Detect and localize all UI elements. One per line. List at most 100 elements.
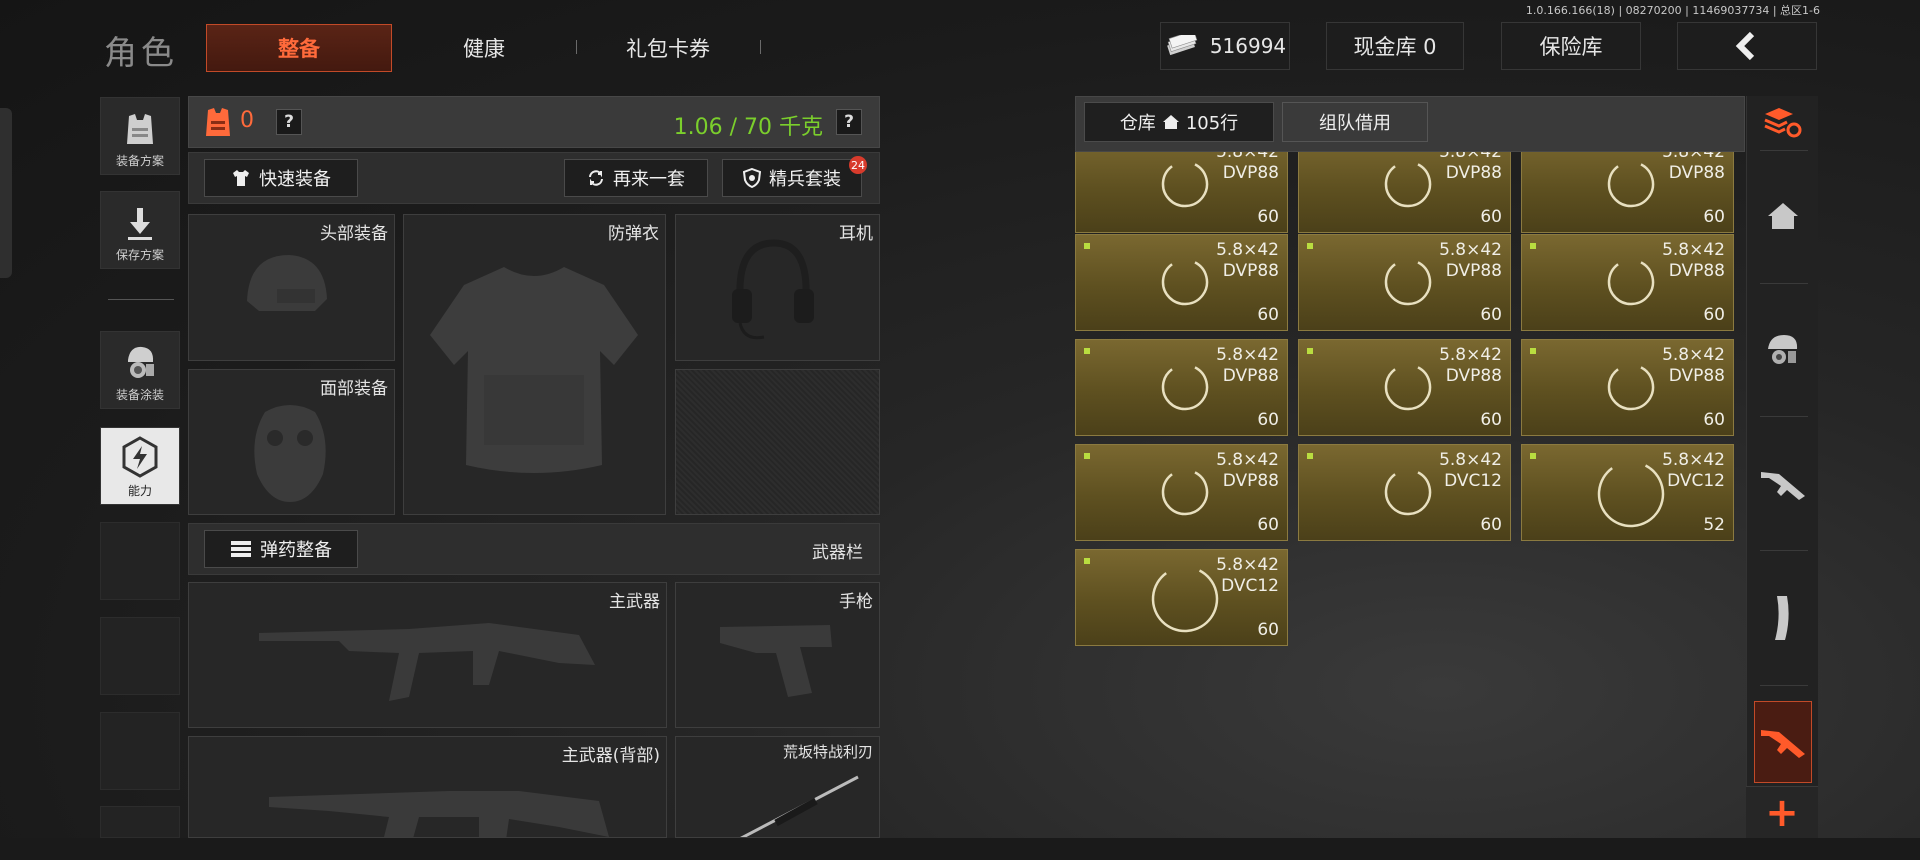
item-quantity: 60	[1480, 410, 1502, 430]
melee-slot-label: 荒坂特战利刃	[782, 743, 873, 761]
ammo-ring-icon	[1161, 163, 1209, 208]
armor-help-button[interactable]: ?	[276, 109, 302, 135]
item-caliber: 5.8×42	[1662, 240, 1725, 260]
cash-vault-button[interactable]: 现金库 0	[1326, 22, 1464, 70]
warehouse-item[interactable]: 5.8×42 DVP88 60	[1075, 234, 1288, 331]
warehouse-item[interactable]: 5.8×42 DVP88 60	[1521, 152, 1734, 233]
warehouse-item[interactable]: 5.8×42 DVC12 52	[1521, 444, 1734, 541]
vest-icon	[127, 114, 153, 144]
version-text: 1.0.166.166(18) | 08270200 | 11469037734…	[1525, 4, 1820, 17]
rifle-active-icon	[1761, 730, 1805, 758]
tab-divider	[760, 40, 761, 54]
ammo-ring-icon	[1607, 261, 1655, 306]
new-item-indicator	[1084, 453, 1090, 459]
sidebar-divider	[108, 299, 174, 300]
rail-magazine-button[interactable]	[1752, 578, 1814, 658]
ammo-equip-label: 弹药整备	[260, 540, 332, 561]
tab-divider	[576, 40, 577, 54]
warehouse-item[interactable]: 5.8×42 DVP88 60	[1298, 152, 1511, 233]
warehouse-item[interactable]: 5.8×42 DVP88 60	[1075, 152, 1288, 233]
shield-icon	[743, 168, 761, 188]
warehouse-item[interactable]: 5.8×42 DVC12 60	[1075, 549, 1288, 646]
head-equipment-slot[interactable]: 头部装备	[188, 214, 395, 361]
tab-team-borrow[interactable]: 组队借用	[1282, 102, 1428, 142]
headset-icon	[732, 239, 814, 340]
tab-equip[interactable]: 整备	[206, 24, 392, 72]
save-scheme-button[interactable]: 保存方案	[100, 191, 180, 269]
item-caliber: 5.8×42	[1216, 345, 1279, 365]
new-item-indicator	[1084, 348, 1090, 354]
tab-warehouse[interactable]: 仓库 105行	[1084, 102, 1274, 142]
equipment-scheme-label: 装备方案	[115, 154, 164, 168]
equip-again-button[interactable]: 再来一套	[564, 159, 708, 197]
warehouse-item[interactable]: 5.8×42 DVC12 60	[1298, 444, 1511, 541]
equip-again-label: 再来一套	[613, 169, 685, 190]
helmet-icon	[247, 255, 327, 311]
warehouse-item[interactable]: 5.8×42 DVP88 60	[1298, 339, 1511, 436]
item-name: DVP88	[1668, 366, 1725, 386]
new-item-indicator	[1084, 558, 1090, 564]
pistol-slot-label: 手枪	[839, 592, 873, 612]
rail-rifle-button[interactable]	[1752, 444, 1814, 524]
rail-gear-button[interactable]	[1752, 309, 1814, 389]
rail-home-button[interactable]	[1752, 176, 1814, 256]
face-equipment-slot[interactable]: 面部装备	[188, 369, 395, 515]
item-quantity: 60	[1480, 515, 1502, 535]
item-name: DVC12	[1444, 471, 1502, 491]
item-name: DVP88	[1445, 261, 1502, 281]
warehouse-item[interactable]: 5.8×42 DVP88 60	[1075, 444, 1288, 541]
weight-help-button[interactable]: ?	[836, 109, 862, 135]
back-button[interactable]	[1677, 22, 1817, 70]
stack-refresh-icon	[1764, 108, 1802, 138]
elite-set-button[interactable]: 精兵套装	[722, 159, 862, 197]
ammo-ring-icon	[1161, 366, 1209, 411]
item-quantity: 60	[1703, 410, 1725, 430]
quick-equip-button[interactable]: 快速装备	[204, 159, 358, 197]
bottom-strip	[0, 838, 1920, 860]
back-weapon-slot[interactable]: 主武器(背部)	[188, 736, 667, 838]
rail-weapon-active-button[interactable]	[1754, 701, 1812, 783]
item-quantity: 60	[1480, 305, 1502, 325]
magazine-icon	[1775, 596, 1789, 640]
warehouse-item[interactable]: 5.8×42 DVP88 60	[1075, 339, 1288, 436]
sidebar-empty-slot	[100, 806, 180, 838]
warehouse-item[interactable]: 5.8×42 DVP88 60	[1521, 234, 1734, 331]
ammo-ring-icon	[1597, 464, 1665, 528]
sidebar-empty-slot	[100, 712, 180, 790]
new-item-indicator	[1307, 243, 1313, 249]
primary-weapon-slot[interactable]: 主武器	[188, 582, 667, 728]
pistol-slot[interactable]: 手枪	[675, 582, 880, 728]
melee-slot[interactable]: 荒坂特战利刃	[675, 736, 880, 838]
warehouse-item[interactable]: 5.8×42 DVP88 60	[1298, 234, 1511, 331]
save-scheme-label: 保存方案	[115, 248, 164, 262]
item-name: DVP88	[1222, 366, 1279, 386]
item-name: DVP88	[1222, 471, 1279, 491]
ability-button[interactable]: 能力	[100, 427, 180, 505]
tab-gift-coupons[interactable]: 礼包卡券	[588, 24, 748, 72]
rifle-icon	[1761, 472, 1805, 500]
rail-divider	[1760, 150, 1808, 151]
headset-slot[interactable]: 耳机	[675, 214, 880, 361]
ammo-equip-button[interactable]: 弹药整备	[204, 530, 358, 568]
item-name: DVP88	[1222, 163, 1279, 183]
item-quantity: 60	[1257, 207, 1279, 227]
armor-count: 0	[240, 108, 254, 133]
face-slot-label: 面部装备	[320, 379, 388, 399]
weapon-bar-label: 武器栏	[812, 543, 863, 563]
mask-icon	[254, 405, 326, 502]
item-caliber: 5.8×42	[1439, 345, 1502, 365]
equipment-skin-button[interactable]: 装备涂装	[100, 331, 180, 409]
helmet-icon	[128, 346, 154, 378]
item-quantity: 60	[1257, 620, 1279, 640]
new-item-indicator	[1307, 348, 1313, 354]
body-armor-slot[interactable]: 防弹衣	[403, 214, 666, 515]
add-button[interactable]: +	[1746, 786, 1818, 838]
equipment-scheme-button[interactable]: 装备方案	[100, 97, 180, 175]
tab-health[interactable]: 健康	[404, 24, 564, 72]
sidebar-empty-slot	[100, 522, 180, 600]
warehouse-item[interactable]: 5.8×42 DVP88 60	[1521, 339, 1734, 436]
warehouse-grid: 5.8×42 DVP88 60 5.8×42 DVP88 60 5.8×42 DVP88 60 5…	[1075, 152, 1745, 852]
insurance-vault-button[interactable]: 保险库	[1501, 22, 1641, 70]
download-icon	[128, 208, 152, 240]
money-display: 516994	[1160, 22, 1290, 70]
